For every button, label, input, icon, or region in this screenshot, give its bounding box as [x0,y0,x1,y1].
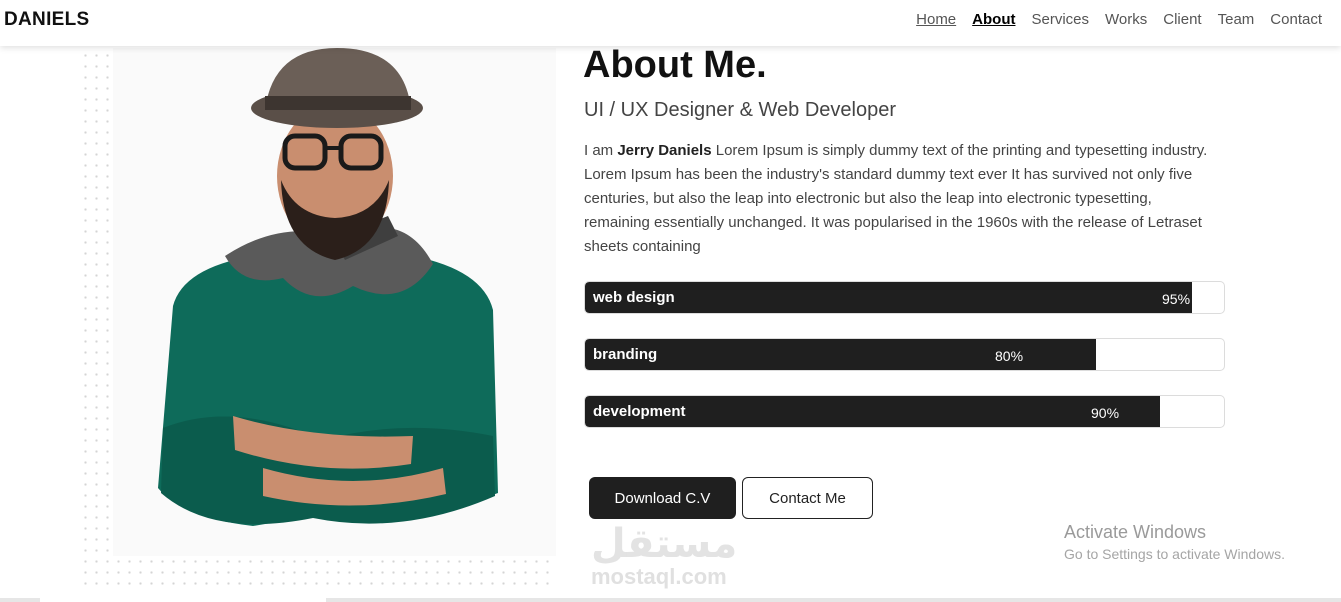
navbar: DANIELS Home About Services Works Client… [0,0,1341,46]
brand-logo[interactable]: DANIELS [4,9,90,31]
nav-home[interactable]: Home [916,11,956,28]
nav-team[interactable]: Team [1218,11,1255,28]
nav-menu: Home About Services Works Client Team Co… [916,11,1322,28]
activate-windows-hint: Go to Settings to activate Windows. [1064,546,1285,562]
skill-name: development [593,403,686,420]
bio-prefix: I am [584,142,618,159]
nav-works[interactable]: Works [1105,11,1147,28]
download-cv-button[interactable]: Download C.V [589,477,736,519]
skill-name: web design [593,289,675,306]
watermark-latin: mostaql.com [591,564,727,589]
skill-bar-branding: branding 80% [584,338,1225,371]
skill-bar-web-design: web design 95% [584,281,1225,314]
portrait-man-hat-icon [158,48,498,526]
contact-me-button[interactable]: Contact Me [742,477,873,519]
bio-name: Jerry Daniels [617,142,712,159]
skill-bar-development: development 90% [584,395,1225,428]
activate-windows-title: Activate Windows [1064,522,1207,542]
skill-percent: 90% [1091,405,1120,421]
nav-services[interactable]: Services [1031,11,1089,28]
nav-contact[interactable]: Contact [1270,11,1322,28]
nav-client[interactable]: Client [1163,11,1201,28]
skill-fill [585,282,1193,313]
watermark-arabic: مستقل [591,522,738,566]
nav-about[interactable]: About [972,11,1015,28]
next-section-edge [0,598,1341,602]
bio-paragraph: I am Jerry Daniels Lorem Ipsum is simply… [584,139,1209,259]
page-subtitle: UI / UX Designer & Web Developer [584,99,896,121]
skill-percent: 95% [1162,291,1191,307]
profile-photo [113,48,556,556]
skill-percent: 80% [995,348,1024,364]
skill-name: branding [593,346,658,363]
page-title: About Me. [583,44,767,86]
